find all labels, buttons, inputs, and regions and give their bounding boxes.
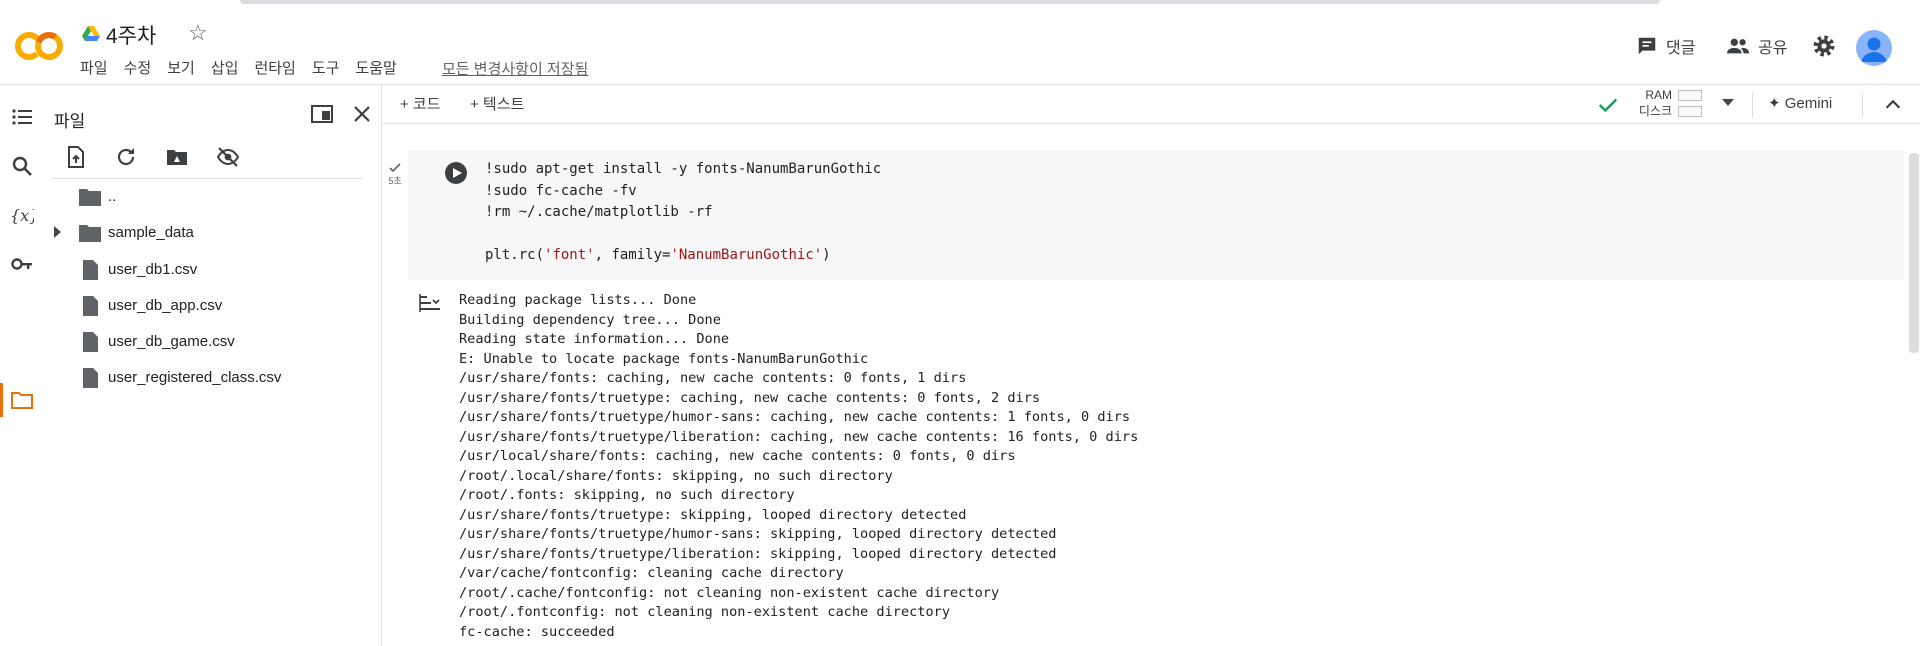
menu-runtime[interactable]: 런타임	[254, 57, 295, 78]
hide-files-icon[interactable]	[216, 145, 240, 169]
vertical-scrollbar[interactable]	[1909, 153, 1919, 353]
menu-edit[interactable]: 수정	[124, 57, 152, 78]
file-icon	[83, 296, 98, 316]
notebook-area: + 코드 + 텍스트 RAM 디스크 ✦ Gemini 5초 !sudo apt…	[382, 85, 1920, 646]
share-label: 공유	[1758, 40, 1788, 57]
comment-label: 댓글	[1666, 40, 1696, 57]
folder-icon[interactable]	[10, 388, 34, 412]
menu-insert[interactable]: 삽입	[211, 57, 239, 78]
svg-text:{x}: {x}	[10, 206, 34, 225]
file-icon	[83, 260, 98, 280]
code-line: plt.rc(	[485, 247, 545, 263]
cell-output: Reading package lists... Done Building d…	[459, 292, 1139, 640]
list-item[interactable]: sample_data	[44, 218, 374, 248]
comment-icon	[1638, 37, 1656, 55]
disk-meter	[1678, 106, 1702, 117]
star-icon[interactable]: ☆	[188, 20, 208, 46]
file-icon	[83, 332, 98, 352]
menu-help[interactable]: 도움말	[355, 57, 396, 78]
folder-icon	[79, 189, 101, 206]
comment-button[interactable]: 댓글	[1636, 34, 1695, 58]
left-icon-rail: {x}	[0, 85, 44, 646]
active-rail-indicator	[0, 383, 3, 417]
list-item[interactable]: user_db_game.csv	[44, 327, 374, 357]
chevron-up-icon[interactable]	[1882, 94, 1904, 116]
toolbar-divider	[52, 178, 362, 179]
run-cell-icon[interactable]	[444, 161, 468, 185]
sparkle-icon: ✦	[1768, 95, 1781, 112]
execution-time: 5초	[388, 176, 402, 186]
files-panel: 파일 .. sample_data user_db1.csv user_db_a…	[44, 85, 382, 646]
gear-icon[interactable]	[1812, 34, 1836, 58]
toolbar-separator	[1862, 93, 1863, 117]
add-code-button[interactable]: + 코드	[400, 93, 441, 114]
google-drive-icon[interactable]	[82, 26, 100, 42]
top-bar: 4주차 ☆ 파일 수정 보기 삽입 런타임 도구 도움말 모든 변경사항이 저장…	[0, 0, 1920, 85]
search-icon[interactable]	[10, 154, 34, 178]
mount-drive-icon[interactable]	[165, 145, 189, 169]
check-icon	[389, 163, 401, 173]
resource-labels[interactable]: RAM 디스크	[1634, 87, 1672, 119]
list-item[interactable]: user_db1.csv	[44, 255, 374, 285]
open-in-tab-icon[interactable]	[310, 102, 334, 126]
key-icon[interactable]	[10, 252, 34, 276]
menu-bar: 파일 수정 보기 삽입 런타임 도구 도움말	[80, 57, 397, 78]
refresh-icon[interactable]	[114, 145, 138, 169]
code-editor[interactable]: !sudo apt-get install -y fonts-NanumBaru…	[485, 159, 881, 267]
code-string: 'font'	[544, 247, 595, 263]
notebook-title[interactable]: 4주차	[106, 20, 156, 50]
code-cell[interactable]: !sudo apt-get install -y fonts-NanumBaru…	[408, 151, 1904, 280]
save-status-link[interactable]: 모든 변경사항이 저장됨	[442, 58, 588, 79]
runtime-dropdown-icon[interactable]	[1722, 99, 1734, 106]
list-item[interactable]: user_db_app.csv	[44, 291, 374, 321]
toc-icon[interactable]	[10, 105, 34, 129]
expand-arrow-icon[interactable]	[54, 226, 61, 238]
code-token: )	[822, 247, 831, 263]
code-token: , family=	[594, 247, 671, 263]
account-avatar[interactable]	[1856, 30, 1892, 66]
toolbar-separator	[1752, 93, 1753, 117]
share-button[interactable]: 공유	[1726, 34, 1787, 58]
list-item[interactable]: ..	[44, 182, 374, 212]
add-text-button[interactable]: + 텍스트	[470, 93, 524, 114]
folder-icon	[79, 225, 101, 242]
menu-tools[interactable]: 도구	[312, 57, 340, 78]
code-line: !sudo fc-cache -fv	[485, 182, 637, 199]
notebook-toolbar: + 코드 + 텍스트 RAM 디스크 ✦ Gemini	[382, 85, 1920, 124]
files-panel-title: 파일	[54, 112, 86, 131]
variables-icon[interactable]: {x}	[10, 203, 34, 227]
people-icon	[1726, 38, 1750, 54]
user-icon	[1861, 37, 1887, 62]
upload-icon[interactable]	[64, 145, 88, 169]
list-item[interactable]: user_registered_class.csv	[44, 363, 374, 393]
gemini-label: Gemini	[1784, 95, 1833, 112]
disk-label: 디스크	[1638, 104, 1672, 118]
execution-status: 5초	[385, 163, 405, 187]
code-line: !sudo apt-get install -y fonts-NanumBaru…	[485, 161, 882, 177]
gemini-button[interactable]: ✦ Gemini	[1768, 94, 1832, 112]
close-icon[interactable]	[350, 102, 374, 126]
connected-check-icon[interactable]	[1597, 94, 1619, 116]
code-string: 'NanumBarunGothic'	[670, 247, 823, 263]
file-icon	[83, 368, 98, 388]
colab-logo[interactable]	[14, 26, 64, 66]
output-menu-icon[interactable]	[418, 291, 442, 315]
ram-meter	[1678, 90, 1702, 101]
menu-file[interactable]: 파일	[80, 57, 108, 78]
top-scroll-indicator	[240, 0, 1660, 4]
ram-label: RAM	[1645, 88, 1672, 102]
menu-view[interactable]: 보기	[167, 57, 195, 78]
code-line: !rm ~/.cache/matplotlib -rf	[485, 204, 713, 220]
